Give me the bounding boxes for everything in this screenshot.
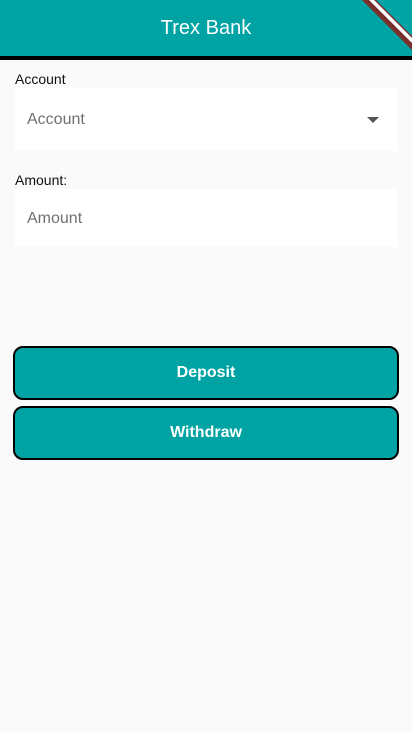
amount-field-placeholder: Amount: [27, 210, 83, 227]
dropdown-arrow-icon[interactable]: [367, 117, 379, 123]
amount-label: Amount:: [15, 172, 68, 188]
app-bar: Trex Bank: [0, 0, 412, 60]
debug-banner-icon: [352, 0, 412, 60]
account-dropdown[interactable]: Account: [15, 88, 397, 151]
account-label: Account: [15, 71, 66, 87]
amount-field[interactable]: Amount: [15, 189, 397, 247]
withdraw-button[interactable]: Withdraw: [13, 406, 399, 460]
app-title: Trex Bank: [160, 17, 252, 39]
account-dropdown-placeholder: Account: [27, 111, 85, 128]
deposit-button[interactable]: Deposit: [13, 346, 399, 400]
